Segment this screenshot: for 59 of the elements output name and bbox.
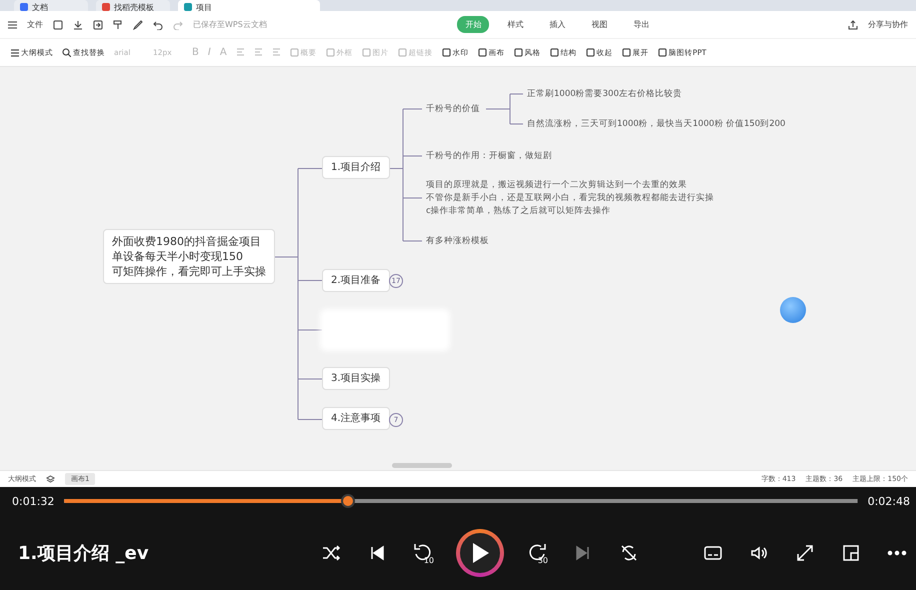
subtopic-text[interactable]: 项目的原理就是，搬运视频进行一个二次剪辑达到一个去重的效果 不管你是新手小白，还是互联网小白，看完我的视频教程都能去进行实操 c操作非常简单，熟练了之后就可以矩阵去操作 — [426, 178, 714, 218]
repeat-icon — [619, 542, 639, 562]
branch-topic[interactable]: 4.注意事项 — [322, 407, 390, 430]
branch-topic[interactable]: 2.项目准备 — [322, 269, 390, 292]
ribbon-tab[interactable]: 视图 — [583, 16, 616, 33]
forward-icon — [527, 542, 547, 562]
tool-icon — [398, 48, 407, 57]
subtopic-text[interactable]: 千粉号的价值 — [426, 102, 480, 116]
tool-icon — [442, 48, 451, 57]
branch-topic[interactable]: 1.项目介绍 — [322, 156, 390, 179]
ribbon-tab[interactable]: 样式 — [499, 16, 532, 33]
tool-icon — [478, 48, 487, 57]
subtopic-text[interactable]: 有多种涨粉模板 — [426, 234, 489, 248]
ribbon-tab[interactable]: 导出 — [625, 16, 658, 33]
subtopic-text[interactable]: 自然流涨粉，三天可到1000粉，最快当天1000粉 价值150到200 — [527, 118, 786, 130]
fullscreen-icon — [795, 542, 815, 562]
pen-icon[interactable] — [133, 20, 143, 30]
save-icon[interactable] — [53, 20, 63, 30]
tool-icon — [10, 48, 19, 57]
seek-thumb[interactable] — [341, 494, 356, 508]
tool-icon — [362, 48, 371, 57]
shuffle-icon — [321, 542, 341, 562]
tool-icon — [550, 48, 559, 57]
more-icon — [887, 550, 907, 556]
elapsed-time: 0:01:32 — [12, 494, 54, 508]
forward-button[interactable]: 30 — [524, 540, 550, 566]
rewind-icon — [413, 542, 433, 562]
ribbon-tab[interactable]: 插入 — [541, 16, 574, 33]
share-icon[interactable] — [848, 20, 858, 30]
document-tab[interactable]: 项目 — [178, 0, 320, 11]
tool-icon — [586, 48, 595, 57]
subtopic-text[interactable]: 千粉号的作用：开橱窗，做短剧 — [426, 150, 552, 162]
play-button[interactable] — [456, 528, 504, 576]
layers-icon[interactable] — [46, 474, 55, 484]
save-status: 已保存至WPS云文档 — [193, 19, 267, 30]
tool-icon — [514, 48, 523, 57]
video-title: 1.项目介绍 _ev — [18, 542, 150, 564]
format-painter-icon[interactable] — [113, 20, 123, 30]
tool-icon — [622, 48, 631, 57]
duration-time: 0:02:48 — [868, 494, 910, 508]
document-tab[interactable]: 找稻壳模板 — [96, 0, 170, 11]
import-icon[interactable] — [93, 20, 103, 30]
tool-icon — [658, 48, 667, 57]
branch-topic[interactable]: 3.项目实操 — [322, 367, 390, 390]
tool-icon — [62, 48, 71, 57]
tool-icon — [326, 48, 335, 57]
scrollbar-thumb[interactable] — [392, 463, 452, 468]
miniplayer-icon — [841, 542, 861, 562]
undo-icon[interactable] — [153, 20, 163, 30]
floating-ball-icon[interactable] — [780, 297, 806, 323]
download-icon[interactable] — [73, 20, 83, 30]
file-menu[interactable]: 文件 — [27, 19, 43, 30]
root-topic[interactable]: 外面收费1980的抖音掘金项目 单设备每天半小时变现150 可矩阵操作，看完即可上手实操 — [103, 229, 275, 284]
share-button[interactable]: 分享与协作 — [868, 19, 908, 30]
document-tab[interactable]: 文档 — [14, 0, 88, 11]
menu-icon — [8, 20, 17, 28]
play-icon — [470, 542, 490, 564]
tool-icon — [290, 48, 299, 57]
subtopic-text[interactable]: 正常刷1000粉需要300左右价格比较贵 — [527, 88, 682, 100]
